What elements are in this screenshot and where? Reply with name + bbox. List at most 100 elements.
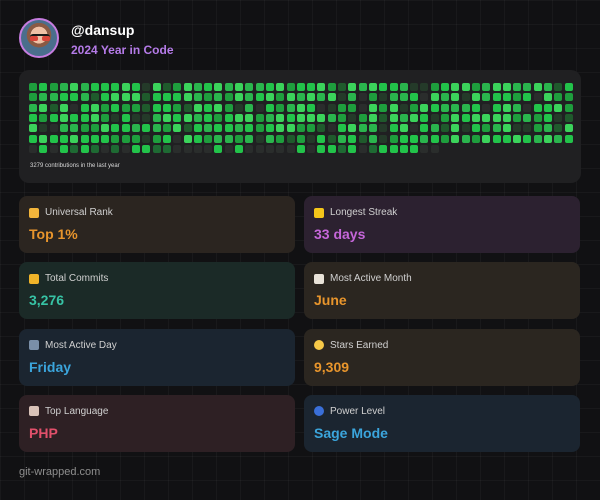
contribution-cell	[471, 113, 480, 122]
stat-value: Sage Mode	[314, 424, 388, 441]
contribution-cell	[461, 103, 470, 112]
rocket-icon	[29, 406, 39, 417]
contribution-cell	[80, 144, 89, 153]
contribution-cell	[152, 144, 161, 153]
contribution-cell	[255, 103, 264, 112]
contribution-cell	[327, 103, 336, 112]
contribution-cell	[70, 93, 79, 102]
contribution-cell	[39, 124, 48, 133]
contribution-cell	[70, 103, 79, 112]
contribution-cell	[224, 83, 233, 91]
contribution-cell	[265, 124, 274, 133]
contribution-cell	[39, 83, 48, 91]
contribution-cell	[224, 103, 233, 112]
contribution-cell	[327, 134, 336, 143]
contribution-cell	[410, 144, 419, 153]
contribution-cell	[502, 124, 511, 133]
contribution-cell	[533, 93, 542, 102]
contribution-cell	[173, 103, 182, 112]
contribution-cell	[482, 113, 491, 122]
year-subtitle: 2024 Year in Code	[71, 42, 174, 57]
contribution-cell	[368, 134, 377, 143]
contribution-cell	[121, 113, 130, 122]
contribution-cell	[492, 124, 501, 133]
contribution-cell	[533, 103, 542, 112]
contribution-cell	[379, 124, 388, 133]
contribution-cell	[204, 113, 213, 122]
contribution-cell	[523, 124, 532, 133]
contribution-cell	[204, 124, 213, 133]
contribution-cell	[214, 134, 223, 143]
contribution-cell	[183, 93, 192, 102]
contribution-cell	[482, 124, 491, 133]
contribution-cell	[101, 113, 110, 122]
contribution-cell	[59, 124, 68, 133]
contribution-cell	[554, 134, 563, 143]
contribution-cell	[121, 93, 130, 102]
contribution-cell	[29, 93, 37, 102]
contribution-cell	[296, 144, 305, 153]
contribution-cell	[90, 93, 99, 102]
contribution-cell	[461, 93, 470, 102]
contribution-cell	[80, 103, 89, 112]
contribution-cell	[389, 124, 398, 133]
contribution-cell	[399, 93, 408, 102]
contribution-cell	[265, 103, 274, 112]
contribution-cell	[214, 144, 223, 153]
contribution-cell	[379, 83, 388, 91]
contribution-cell	[502, 83, 511, 91]
bar-chart-icon	[29, 340, 39, 351]
contribution-cell	[173, 113, 182, 122]
contribution-cell	[162, 83, 171, 91]
contribution-cell	[430, 103, 439, 112]
contribution-cell	[420, 93, 429, 102]
contribution-cell	[348, 134, 357, 143]
contribution-cell	[245, 144, 254, 153]
contribution-cell	[101, 103, 110, 112]
contribution-cell	[544, 93, 552, 102]
contribution-cell	[193, 83, 202, 91]
contribution-cell	[132, 83, 140, 91]
contribution-cell	[441, 93, 449, 102]
contribution-cell	[307, 103, 316, 112]
contribution-cell	[430, 113, 439, 122]
profile-header: @dansup 2024 Year in Code	[19, 18, 174, 58]
orb-icon	[314, 406, 324, 417]
contribution-cell	[255, 124, 264, 133]
contribution-cell	[513, 124, 522, 133]
contribution-cell	[554, 103, 563, 112]
contribution-heatmap: 3279 contributions in the last year	[19, 70, 581, 183]
contribution-cell	[29, 134, 37, 143]
contribution-cell	[420, 144, 429, 153]
contribution-cell	[193, 103, 202, 112]
contribution-summary: 3279 contributions in the last year	[30, 163, 120, 169]
contribution-cell	[544, 124, 552, 133]
contribution-cell	[111, 113, 120, 122]
contribution-cell	[255, 113, 264, 122]
contribution-cell	[121, 144, 130, 153]
stat-label: Universal Rank	[29, 207, 113, 218]
contribution-cell	[338, 113, 346, 122]
contribution-cell	[265, 113, 274, 122]
contribution-cell	[307, 124, 316, 133]
contribution-cell	[338, 83, 346, 91]
contribution-cell	[492, 113, 501, 122]
contribution-cell	[173, 144, 182, 153]
contribution-cell	[204, 134, 213, 143]
contribution-cell	[193, 113, 202, 122]
contribution-cell	[296, 134, 305, 143]
contribution-cell	[358, 113, 367, 122]
contribution-cell	[152, 134, 161, 143]
contribution-cell	[513, 93, 522, 102]
contribution-cell	[255, 144, 264, 153]
contribution-cell	[90, 144, 99, 153]
contribution-cell	[173, 124, 182, 133]
contribution-cell	[533, 134, 542, 143]
contribution-cell	[101, 134, 110, 143]
footer-link[interactable]: git-wrapped.com	[19, 466, 100, 478]
contribution-cell	[523, 83, 532, 91]
contribution-cell	[410, 103, 419, 112]
contribution-cell	[368, 124, 377, 133]
contribution-cell	[152, 103, 161, 112]
contribution-cell	[533, 113, 542, 122]
